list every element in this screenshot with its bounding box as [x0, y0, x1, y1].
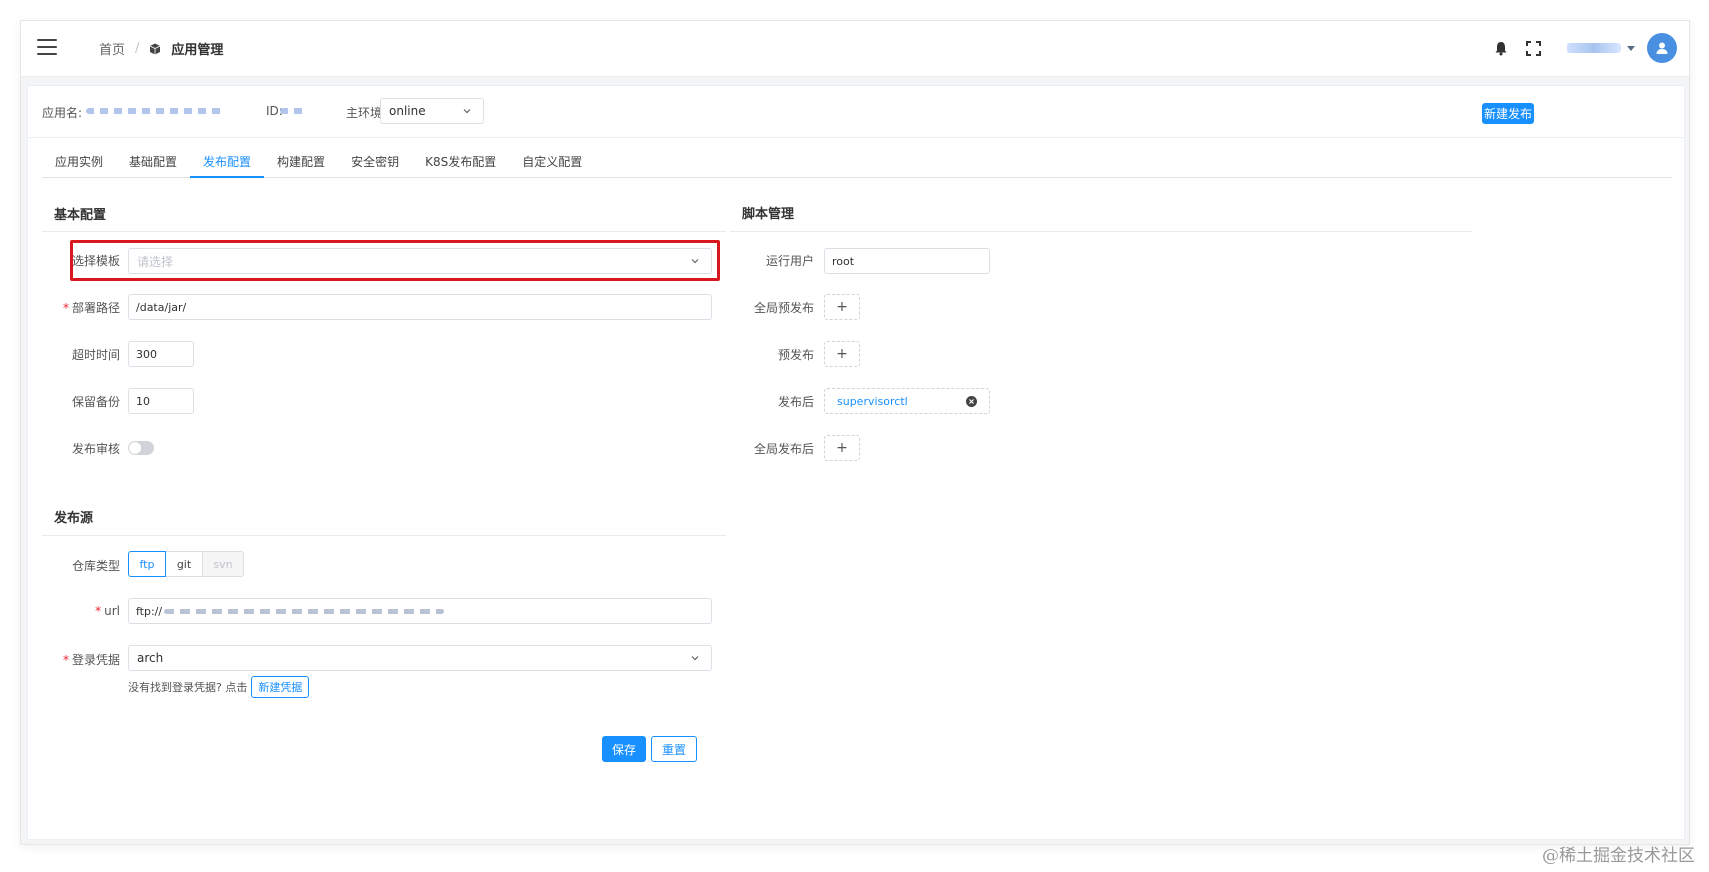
deploy-path-input[interactable]: /data/jar/ [128, 294, 712, 320]
chevron-down-icon[interactable] [1627, 45, 1635, 51]
run-user-input[interactable]: root [824, 248, 990, 274]
tab-secret-keys[interactable]: 安全密钥 [338, 152, 412, 178]
tab-basic-config[interactable]: 基础配置 [116, 152, 190, 178]
cube-icon [150, 43, 161, 54]
review-switch[interactable] [128, 441, 154, 455]
credential-label: * 登录凭据 [62, 653, 120, 667]
chevron-down-icon [691, 656, 699, 661]
repo-type-label: 仓库类型 [71, 559, 120, 573]
main-card: 应用名: ID: 主环境: online 新建发布 应用实例 基础配置 发布配置… [27, 85, 1685, 840]
template-select[interactable]: 请选择 [128, 248, 712, 274]
new-credential-button[interactable]: 新建凭据 [251, 676, 310, 698]
run-user-label: 运行用户 [765, 254, 814, 268]
credential-hint: 没有找到登录凭据? 点击 新建凭据 [128, 676, 310, 698]
repo-type-group: ftp git svn [128, 551, 244, 577]
url-prefix: ftp:// [136, 604, 163, 618]
top-bar: 首页 / 应用管理 [21, 21, 1689, 77]
post-release-script-tag[interactable]: supervisorctl [824, 388, 990, 414]
divider [730, 231, 1472, 232]
chevron-down-icon [463, 109, 471, 114]
breadcrumb-home[interactable]: 首页 [99, 39, 125, 58]
repo-type-git[interactable]: git [165, 551, 203, 577]
app-name-redacted [86, 108, 226, 114]
breadcrumb-separator: / [135, 41, 140, 56]
watermark: @稀土掘金技术社区 [1542, 846, 1695, 866]
breadcrumb: 首页 / 应用管理 [99, 39, 223, 58]
basic-config-title: 基本配置 [54, 208, 107, 223]
repo-type-svn: svn [202, 551, 244, 577]
tab-custom-config[interactable]: 自定义配置 [509, 152, 595, 178]
app-name-label: 应用名: [42, 106, 83, 120]
username-redacted[interactable] [1567, 43, 1621, 53]
tab-build-config[interactable]: 构建配置 [264, 152, 338, 178]
template-placeholder: 请选择 [137, 254, 174, 269]
close-icon[interactable] [966, 396, 977, 407]
env-select[interactable]: online [380, 98, 484, 124]
timeout-label: 超时时间 [71, 348, 120, 362]
credential-hint-text: 没有找到登录凭据? 点击 [128, 681, 248, 694]
credential-value: arch [137, 651, 164, 665]
new-release-button[interactable]: 新建发布 [1482, 103, 1534, 124]
post-release-label: 发布后 [777, 395, 814, 409]
url-label: * url [95, 604, 120, 618]
url-redacted [164, 608, 445, 614]
pre-release-label: 预发布 [777, 348, 814, 362]
config-tabs: 应用实例 基础配置 发布配置 构建配置 安全密钥 K8S发布配置 自定义配置 [42, 152, 1672, 178]
fullscreen-icon[interactable] [1523, 38, 1543, 58]
post-release-script-name: supervisorctl [837, 394, 908, 408]
tab-k8s-release-config[interactable]: K8S发布配置 [412, 152, 509, 178]
avatar[interactable] [1647, 33, 1677, 63]
release-source-title: 发布源 [54, 511, 94, 526]
reset-button[interactable]: 重置 [651, 736, 697, 762]
review-label: 发布审核 [71, 442, 120, 456]
timeout-input[interactable]: 300 [128, 341, 194, 367]
global-pre-release-label: 全局预发布 [753, 301, 814, 315]
divider [42, 535, 726, 536]
app-id-redacted [280, 108, 308, 114]
add-global-pre-release-button[interactable]: + [824, 294, 860, 320]
template-label: 选择模板 [71, 254, 120, 268]
tab-release-config[interactable]: 发布配置 [190, 152, 265, 178]
user-icon [1656, 42, 1668, 54]
backup-label: 保留备份 [71, 395, 120, 409]
env-select-value: online [389, 104, 426, 118]
script-mgmt-title: 脚本管理 [742, 207, 795, 222]
chevron-down-icon [691, 259, 699, 264]
menu-toggle-icon[interactable] [37, 39, 57, 55]
app-window: 首页 / 应用管理 应用名: ID: 主环境: online 新建发布 应用实例… [20, 20, 1690, 845]
save-button[interactable]: 保存 [602, 736, 646, 762]
backup-input[interactable]: 10 [128, 388, 194, 414]
global-post-release-label: 全局发布后 [753, 442, 814, 456]
add-pre-release-button[interactable]: + [824, 341, 860, 367]
breadcrumb-current: 应用管理 [171, 43, 224, 58]
deploy-path-label: * 部署路径 [62, 301, 120, 315]
url-input[interactable]: ftp:// [128, 598, 712, 624]
add-global-post-release-button[interactable]: + [824, 435, 860, 461]
divider [42, 231, 726, 232]
repo-type-ftp[interactable]: ftp [128, 551, 166, 577]
top-right-actions [1491, 33, 1677, 63]
app-info-row: 应用名: ID: 主环境: online 新建发布 [28, 86, 1684, 138]
credential-select[interactable]: arch [128, 645, 712, 671]
bell-icon[interactable] [1491, 38, 1511, 58]
tab-app-instances[interactable]: 应用实例 [42, 152, 116, 178]
